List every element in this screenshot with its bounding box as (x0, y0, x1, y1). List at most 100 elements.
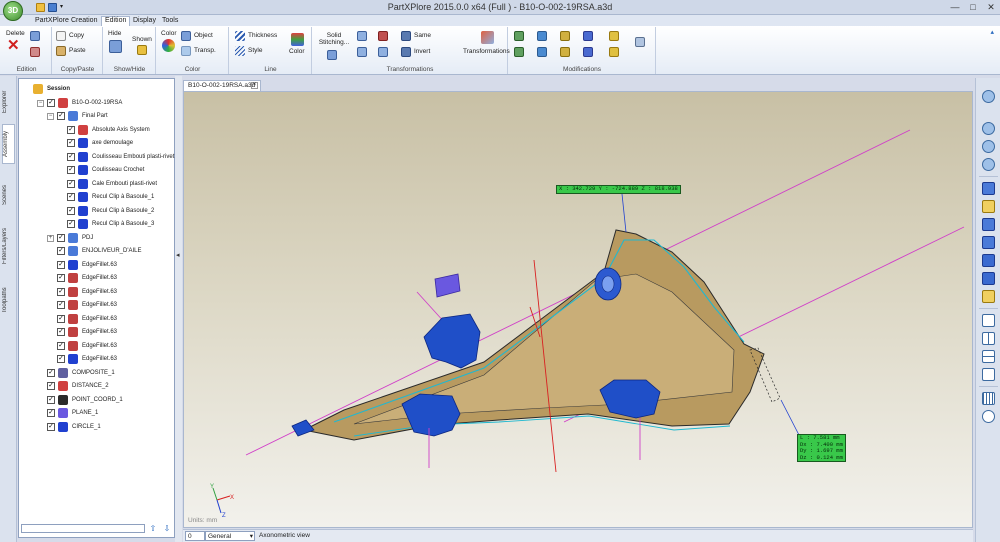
translate-icon[interactable] (357, 31, 367, 41)
point-coord-leader[interactable] (621, 193, 627, 233)
expand-toggle-icon[interactable]: − (37, 99, 44, 107)
document-close-icon[interactable]: × (251, 82, 258, 89)
thickness-icon[interactable] (235, 31, 245, 41)
visibility-checkbox[interactable]: ✓ (57, 355, 65, 363)
visibility-checkbox[interactable]: ✓ (57, 112, 65, 120)
visibility-checkbox[interactable]: ✓ (47, 409, 55, 417)
visibility-checkbox[interactable]: ✓ (47, 382, 55, 390)
tab-toolpaths[interactable]: Toolpaths (2, 280, 15, 320)
object-button[interactable]: Object (194, 32, 213, 39)
delete-icon[interactable]: ✕ (7, 38, 20, 53)
tree-item[interactable]: ✓ DISTANCE_2 (19, 380, 174, 392)
object-color-icon[interactable] (181, 31, 191, 41)
visibility-checkbox[interactable]: ✓ (67, 139, 75, 147)
tree-item[interactable]: ✓ Recul Clip à Basoule_2 (19, 205, 174, 217)
layer-input[interactable]: 0 (185, 531, 205, 541)
zoom-window-icon[interactable] (982, 158, 995, 171)
visibility-checkbox[interactable]: ✓ (57, 233, 65, 242)
visibility-checkbox[interactable]: ✓ (67, 193, 75, 201)
delete-button[interactable]: Delete (6, 30, 25, 37)
tree-item[interactable]: ✓ EdgeFillet.63 (19, 353, 174, 365)
paste-button[interactable]: Paste (69, 47, 86, 54)
visibility-checkbox[interactable]: ✓ (47, 395, 55, 404)
scale-icon[interactable] (378, 47, 388, 57)
tree-down-arrow-icon[interactable]: ⇩ (162, 524, 172, 534)
visibility-checkbox[interactable]: ✓ (57, 314, 65, 323)
visibility-checkbox[interactable]: ✓ (57, 247, 65, 255)
cube-delete-icon[interactable] (30, 47, 40, 57)
tree-item[interactable]: ✓ axe demoulage (19, 137, 174, 149)
point-coord-label[interactable]: X : 342.729 Y : -724.889 Z : 818.938 (556, 185, 681, 194)
mirror-icon[interactable] (378, 31, 388, 41)
visibility-checkbox[interactable]: ✓ (57, 287, 65, 296)
shown-button[interactable]: Shown (132, 36, 152, 43)
collapse-panel-icon[interactable]: ◂ (176, 251, 180, 259)
panel-splitter[interactable]: ◂ (175, 76, 182, 542)
visibility-checkbox[interactable]: ✓ (57, 260, 65, 269)
split-vertical-icon[interactable] (982, 332, 995, 345)
split-horizontal-icon[interactable] (982, 350, 995, 363)
tree-up-arrow-icon[interactable]: ⇧ (148, 524, 158, 534)
tree-item[interactable]: ✓ Absolute Axis System (19, 124, 174, 136)
hide-button[interactable]: Hide (108, 30, 121, 37)
zoom-in-icon[interactable] (982, 122, 995, 135)
stitching-icon[interactable] (327, 50, 337, 60)
tree-item[interactable]: ✓ PLANE_1 (19, 407, 174, 419)
view-right-icon[interactable] (982, 236, 995, 249)
fillet-icon[interactable] (514, 47, 524, 57)
grid-icon[interactable] (982, 392, 995, 405)
transparency-icon[interactable] (181, 46, 191, 56)
visibility-checkbox[interactable]: ✓ (57, 341, 65, 350)
cube-icon[interactable] (30, 31, 40, 41)
visibility-checkbox[interactable]: ✓ (57, 301, 65, 309)
tab-filters-layers[interactable]: Filters/Layers (2, 222, 15, 270)
zoom-out-icon[interactable] (982, 140, 995, 153)
transparency-button[interactable]: Transp. (194, 47, 216, 54)
split-quad-icon[interactable] (982, 368, 995, 381)
paste-icon[interactable] (56, 46, 66, 56)
tab-explorer[interactable]: Explorer (2, 84, 15, 120)
visibility-checkbox[interactable]: ✓ (57, 328, 65, 336)
thickness-button[interactable]: Thickness (248, 32, 277, 39)
app-logo-icon[interactable]: 3D (3, 1, 23, 21)
tree-item[interactable]: Session (19, 83, 174, 95)
fit-all-icon[interactable] (982, 90, 995, 103)
clip-left[interactable] (423, 313, 481, 369)
tree-item[interactable]: ✓ EdgeFillet.63 (19, 313, 174, 325)
distance-leader[interactable] (780, 399, 801, 438)
visibility-checkbox[interactable]: ✓ (57, 274, 65, 282)
color-button[interactable]: Color (161, 30, 177, 37)
visibility-checkbox[interactable]: ✓ (67, 152, 75, 161)
maximize-button[interactable]: □ (964, 2, 982, 13)
view-iso-icon[interactable] (982, 182, 995, 195)
visibility-checkbox[interactable]: ✓ (47, 422, 55, 431)
tab-tools[interactable]: Tools (159, 16, 181, 26)
visibility-checkbox[interactable]: ✓ (67, 125, 75, 134)
tree-item[interactable]: ✓ Cale Embouti plasti-rivet (19, 178, 174, 190)
tree-item[interactable]: ✓ POINT_COORD_1 (19, 394, 174, 406)
ribbon-collapse-icon[interactable]: ▴ (990, 28, 994, 36)
clip-tip[interactable] (291, 419, 315, 437)
tree-item[interactable]: ✓ EdgeFillet.63 (19, 340, 174, 352)
visibility-checkbox[interactable]: ✓ (67, 179, 75, 188)
plane-1-shape[interactable] (434, 273, 461, 298)
copy-button[interactable]: Copy (69, 32, 84, 39)
undo-modification-icon[interactable] (635, 37, 645, 47)
tree-item[interactable]: ✓ Recul Clip à Basoule_1 (19, 191, 174, 203)
tree-item[interactable]: ✓ EdgeFillet.63 (19, 299, 174, 311)
chamfer-icon[interactable] (537, 47, 547, 57)
join-icon[interactable] (560, 47, 570, 57)
style-button[interactable]: Style (248, 47, 262, 54)
3d-viewport[interactable]: X Y Z X : 342.729 Y : -724.889 Z : 818.9… (183, 91, 973, 528)
visibility-checkbox[interactable]: ✓ (67, 220, 75, 228)
extend-icon[interactable] (514, 31, 524, 41)
close-button[interactable]: ✕ (982, 2, 1000, 13)
filter-select[interactable]: General ▾ (205, 531, 255, 541)
tab-creation[interactable]: Creation (68, 16, 100, 26)
line-color-button[interactable]: Color (289, 48, 305, 55)
tree-item[interactable]: ✓ Coulisseau Crochet (19, 164, 174, 176)
tab-edition[interactable]: Edition (101, 16, 131, 26)
tree-item[interactable]: ✓ EdgeFillet.63 (19, 326, 174, 338)
snap-target-icon[interactable] (982, 410, 995, 423)
tree-item[interactable]: + ✓ PDJ (19, 232, 174, 244)
